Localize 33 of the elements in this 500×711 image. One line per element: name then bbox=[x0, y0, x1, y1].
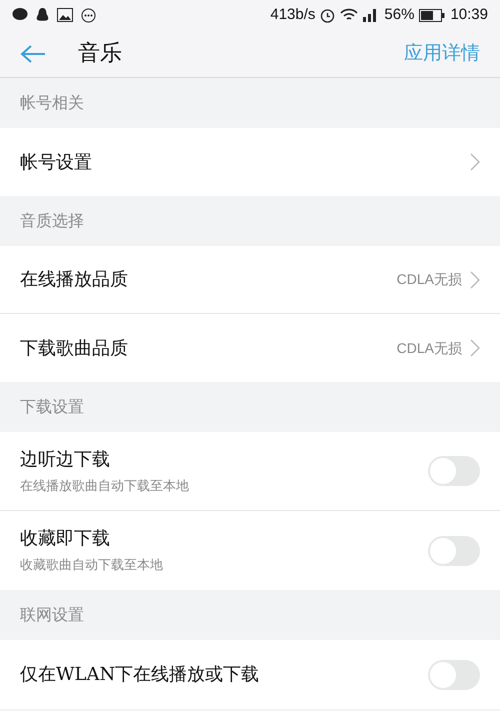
section-header: 音质选择 bbox=[20, 210, 84, 232]
chevron-icon bbox=[470, 153, 480, 171]
section-header: 下载设置 bbox=[20, 396, 84, 418]
row-label: 仅在WLAN下在线播放或下载 bbox=[20, 663, 260, 687]
row-subtitle: 在线播放歌曲自动下载至本地 bbox=[20, 478, 190, 496]
penguin-icon bbox=[36, 8, 49, 22]
battery-icon bbox=[419, 8, 446, 22]
row-label: 收藏即下载 bbox=[20, 527, 111, 552]
row-label: 帐号设置 bbox=[20, 150, 93, 174]
section-header: 帐号相关 bbox=[20, 92, 84, 114]
clock-time: 10:39 bbox=[450, 4, 488, 25]
chevron-icon bbox=[470, 339, 480, 357]
alarm-icon bbox=[320, 8, 336, 22]
chat-icon bbox=[12, 8, 28, 22]
row-label: 在线播放品质 bbox=[20, 268, 129, 292]
wifi-icon bbox=[340, 8, 358, 22]
row-subtitle: 收藏歌曲自动下载至本地 bbox=[20, 557, 164, 576]
toggle-switch[interactable] bbox=[428, 456, 480, 486]
more-icon bbox=[81, 8, 96, 22]
page-title: 音乐 bbox=[78, 40, 123, 68]
toggle-switch[interactable] bbox=[428, 536, 480, 566]
toggle-switch[interactable] bbox=[428, 660, 480, 690]
chevron-icon bbox=[470, 270, 480, 288]
image-icon bbox=[57, 8, 73, 22]
app-details-link[interactable]: 应用详情 bbox=[404, 39, 480, 68]
battery-percent: 56% bbox=[384, 4, 414, 25]
section-header: 联网设置 bbox=[20, 604, 84, 626]
row-label: 边听边下载 bbox=[20, 448, 111, 472]
row-value: CDLA无损 bbox=[396, 270, 462, 289]
row-label: 下载歌曲品质 bbox=[20, 336, 129, 360]
network-speed: 413b/s bbox=[270, 4, 316, 25]
back-button[interactable] bbox=[20, 44, 46, 64]
row-value: CDLA无损 bbox=[396, 338, 462, 358]
